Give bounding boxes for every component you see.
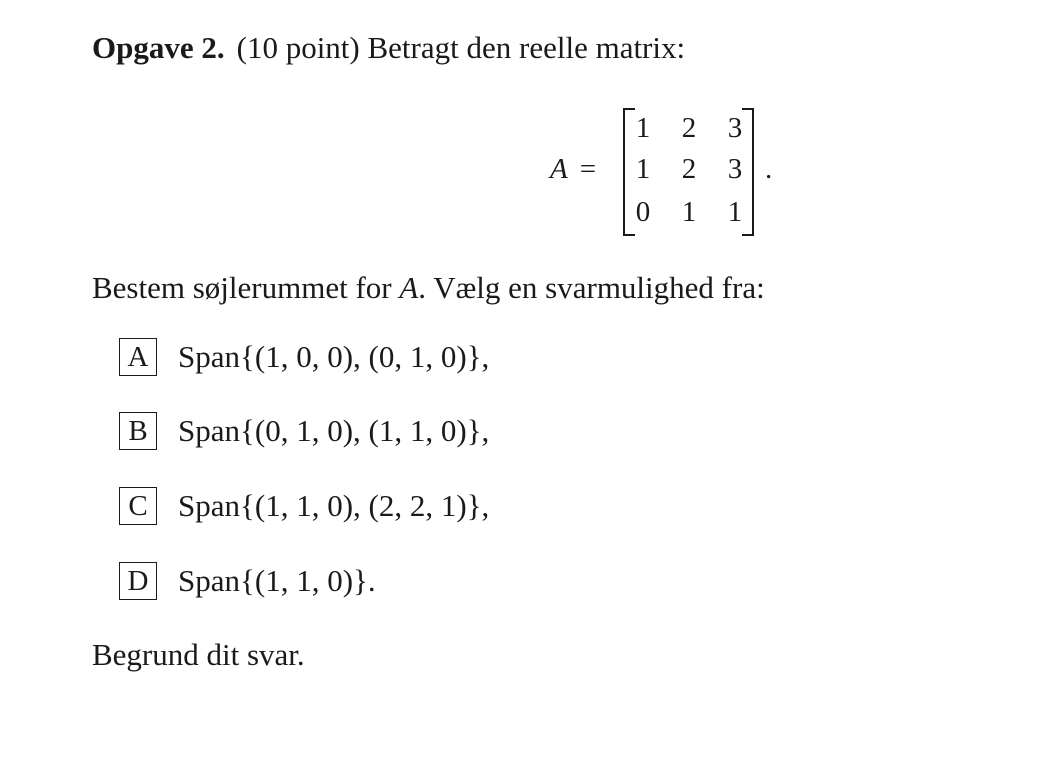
matrix-cell: 2 — [681, 153, 697, 185]
matrix-variable: A — [550, 153, 568, 185]
equation-lhs: A = — [550, 152, 596, 186]
equation-period: . — [765, 153, 773, 185]
option-c-text: Span{(1, 1, 0), (2, 2, 1)}, — [178, 488, 490, 523]
matrix-cell: 1 — [681, 196, 697, 228]
question-variable: A — [399, 270, 419, 305]
question-after: . Vælg en svarmulighed fra: — [418, 270, 765, 305]
option-a-text: Span{(1, 0, 0), (0, 1, 0)}, — [178, 339, 490, 374]
matrix-cell: 1 — [635, 153, 651, 185]
equals-sign: = — [579, 153, 597, 185]
option-b-text: Span{(0, 1, 0), (1, 1, 0)}, — [178, 413, 490, 448]
matrix-cell: 1 — [635, 112, 651, 144]
option-d-checkbox[interactable]: D — [119, 562, 157, 600]
exercise-heading: Opgave 2. (10 point) Betragt den reelle m… — [92, 26, 685, 70]
exercise-page: Opgave 2. (10 point) Betragt den reelle m… — [0, 0, 1042, 776]
justify-instruction: Begrund dit svar. — [92, 637, 305, 672]
exercise-label: Opgave 2. — [92, 30, 225, 65]
question-before: Bestem søjlerummet for — [92, 270, 400, 305]
matrix-cell: 0 — [635, 196, 651, 228]
option-b-checkbox[interactable]: B — [119, 412, 157, 450]
option-c-checkbox[interactable]: C — [119, 487, 157, 525]
matrix-cell: 2 — [681, 112, 697, 144]
matrix-right-bracket — [742, 108, 754, 236]
exercise-intro: (10 point) Betragt den reelle matrix: — [236, 30, 686, 65]
option-d-text: Span{(1, 1, 0)}. — [178, 563, 376, 598]
option-a-checkbox[interactable]: A — [119, 338, 157, 376]
question-text: Bestem søjlerummet for A. Vælg en svarmu… — [92, 266, 765, 310]
